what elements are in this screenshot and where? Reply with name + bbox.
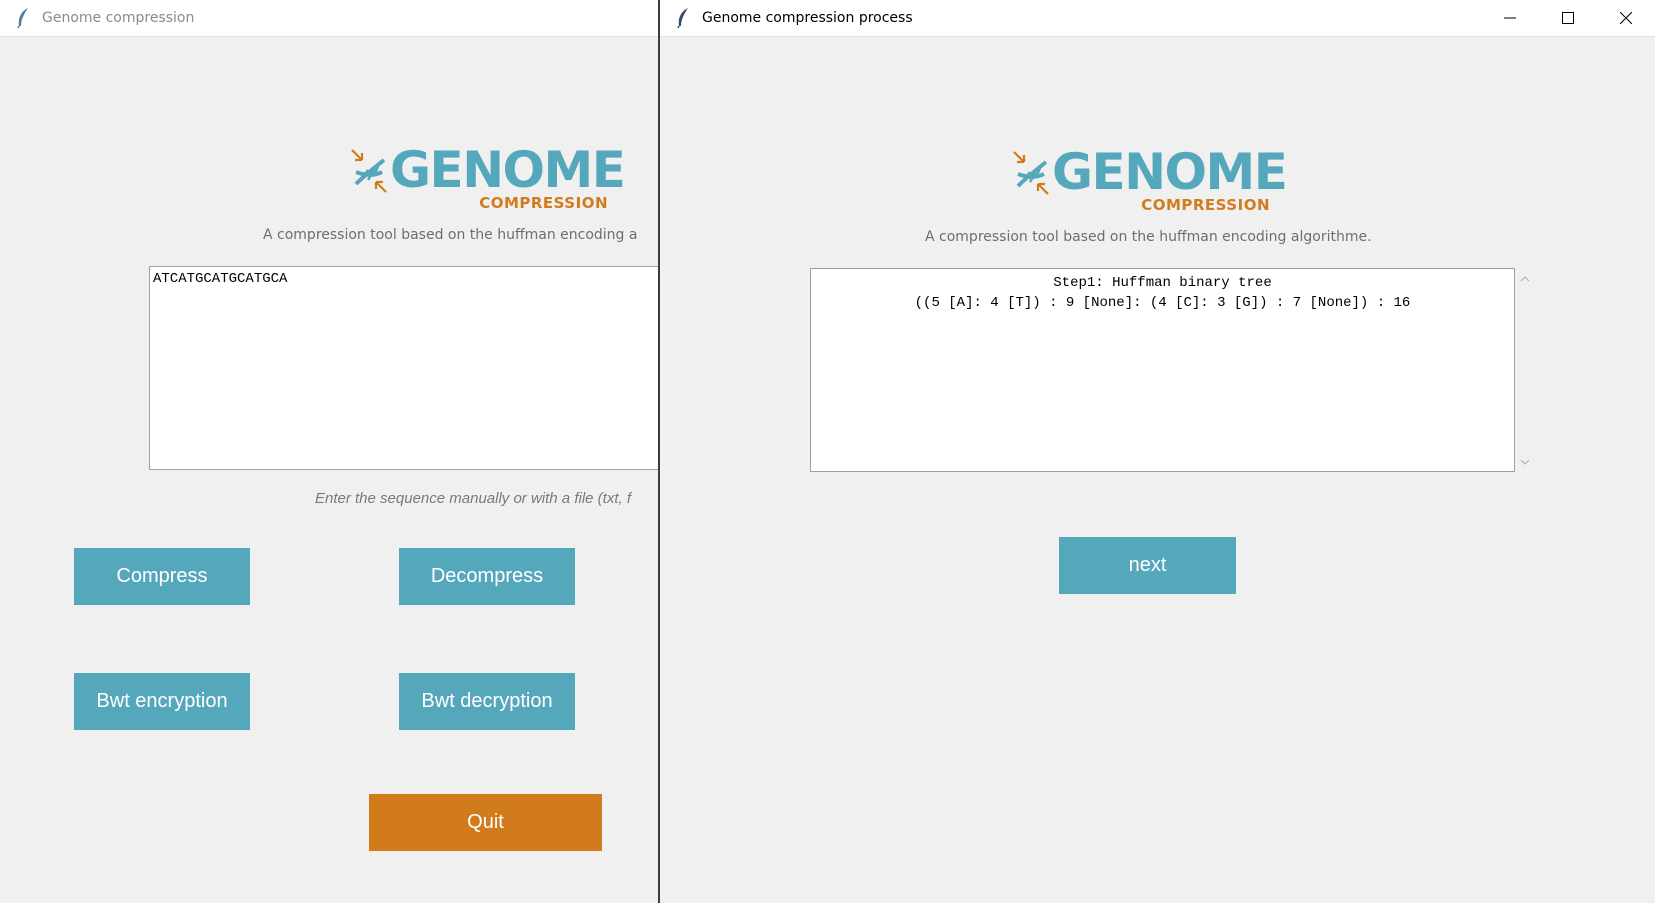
compress-button[interactable]: Compress <box>74 548 250 605</box>
process-titlebar: Genome compression process <box>660 0 1655 37</box>
sequence-input[interactable]: ATCATGCATGCATGCA <box>149 266 660 470</box>
decompress-button[interactable]: Decompress <box>399 548 575 605</box>
tagline: A compression tool based on the huffman … <box>263 227 638 243</box>
quit-button[interactable]: Quit <box>369 794 602 851</box>
genome-logo: GENOME COMPRESSION <box>348 140 626 220</box>
close-icon[interactable] <box>1597 0 1655 36</box>
maximize-icon[interactable] <box>1539 0 1597 36</box>
process-output[interactable]: Step1: Huffman binary tree ((5 [A]: 4 [T… <box>810 268 1515 472</box>
output-line-1: Step1: Huffman binary tree <box>1053 275 1272 291</box>
genome-logo: GENOME COMPRESSION <box>1010 142 1288 222</box>
logo-wordmark: GENOME <box>1052 143 1288 201</box>
main-window: Genome compression GENOME COMPRESSION A … <box>0 0 660 903</box>
dna-compress-icon <box>1010 148 1054 205</box>
tagline: A compression tool based on the huffman … <box>925 229 1372 245</box>
process-window-title: Genome compression process <box>702 10 913 26</box>
feather-icon <box>10 5 36 31</box>
logo-wordmark: GENOME <box>390 141 626 199</box>
minimize-icon[interactable] <box>1481 0 1539 36</box>
process-window: Genome compression process GENOME COMPRE… <box>658 0 1655 903</box>
chevron-down-icon[interactable] <box>1518 455 1532 469</box>
output-line-2: ((5 [A]: 4 [T]) : 9 [None]: (4 [C]: 3 [G… <box>914 295 1411 311</box>
chevron-up-icon[interactable] <box>1518 272 1532 286</box>
window-controls <box>1481 0 1655 36</box>
dna-compress-icon <box>348 146 392 203</box>
bwt-encryption-button[interactable]: Bwt encryption <box>74 673 250 730</box>
input-hint: Enter the sequence manually or with a fi… <box>315 490 631 507</box>
main-titlebar: Genome compression <box>0 0 660 37</box>
main-window-title: Genome compression <box>42 10 195 26</box>
bwt-decryption-button[interactable]: Bwt decryption <box>399 673 575 730</box>
next-button[interactable]: next <box>1059 537 1236 594</box>
feather-icon <box>670 5 696 31</box>
logo-subtitle: COMPRESSION <box>1141 196 1270 214</box>
logo-subtitle: COMPRESSION <box>479 194 608 212</box>
sequence-input-value: ATCATGCATGCATGCA <box>153 271 288 287</box>
